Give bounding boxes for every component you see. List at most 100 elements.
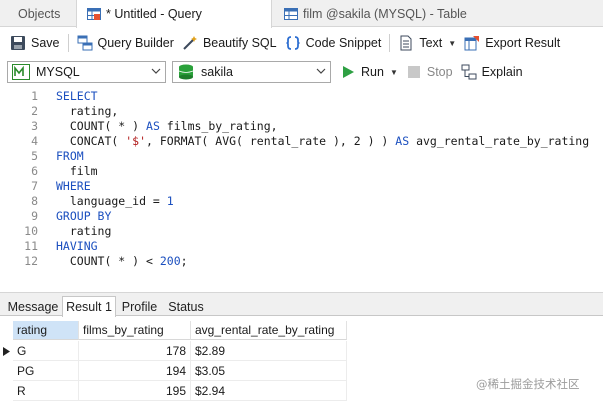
- explain-icon: [461, 64, 477, 80]
- column-header-label: avg_rental_rate_by_rating: [195, 323, 335, 337]
- chevron-down-icon[interactable]: ▼: [390, 68, 398, 77]
- table-cell[interactable]: PG: [13, 361, 79, 381]
- code-line: language_id = 1: [56, 194, 174, 208]
- save-label: Save: [31, 36, 60, 50]
- export-result-label: Export Result: [485, 36, 561, 50]
- play-icon: [343, 66, 354, 78]
- tab-untitled-query-label: * Untitled - Query: [106, 7, 202, 21]
- table-cell[interactable]: $3.05: [191, 361, 347, 381]
- database-icon: [178, 64, 194, 80]
- stop-label: Stop: [426, 65, 453, 79]
- tab-film-table-label: film @sakila (MYSQL) - Table: [303, 6, 467, 21]
- toolbar-divider: [389, 34, 391, 52]
- line-number: 10: [24, 224, 38, 238]
- line-number: 9: [31, 209, 38, 223]
- table-row[interactable]: G 178 $2.89: [0, 341, 603, 361]
- table-cell[interactable]: $2.89: [191, 341, 347, 361]
- query-toolbar: Save Query Builder Beautify SQL Code Sni…: [0, 28, 603, 58]
- column-header-label: films_by_rating: [83, 323, 164, 337]
- query-builder-button[interactable]: Query Builder: [73, 31, 178, 55]
- tab-message-label: Message: [7, 299, 59, 314]
- line-number: 11: [24, 239, 38, 253]
- line-number: 4: [31, 134, 38, 148]
- code-line: CONCAT( '$', FORMAT( AVG( rental_rate ),…: [56, 134, 590, 148]
- connection-toolbar: MYSQL sakila Run ▼ Stop Explain: [0, 58, 603, 86]
- watermark: @稀土掘金技术社区: [476, 376, 580, 392]
- beautify-sql-label: Beautify SQL: [202, 36, 277, 50]
- column-header-avg-rental-rate[interactable]: avg_rental_rate_by_rating: [191, 321, 347, 340]
- table-cell[interactable]: 195: [79, 381, 191, 401]
- run-button[interactable]: Run ▼: [341, 65, 398, 79]
- line-number: 5: [31, 149, 38, 163]
- code-line: rating: [56, 224, 112, 238]
- column-header-label: rating: [17, 323, 48, 337]
- table-cell[interactable]: 178: [79, 341, 191, 361]
- table-cell[interactable]: G: [13, 341, 79, 361]
- database-select[interactable]: sakila: [172, 61, 331, 83]
- explain-label: Explain: [481, 65, 523, 79]
- query-builder-icon: [77, 35, 92, 51]
- tab-result-1-label: Result 1: [66, 300, 112, 314]
- tab-profile-label: Profile: [121, 299, 158, 314]
- chevron-down-icon: [151, 68, 161, 74]
- sql-editor[interactable]: 1 SELECT 2 rating, 3 COUNT( * ) AS films_…: [0, 87, 603, 290]
- chevron-down-icon: [316, 68, 326, 74]
- watermark-text: @稀土掘金技术社区: [476, 377, 580, 391]
- line-number: 6: [31, 164, 38, 178]
- chevron-down-icon: ▼: [448, 38, 457, 48]
- code-line: GROUP BY: [56, 209, 112, 223]
- save-button[interactable]: Save: [6, 31, 64, 55]
- tab-status-label: Status: [168, 299, 204, 314]
- code-snippet-label: Code Snippet: [305, 36, 382, 50]
- beautify-sql-button[interactable]: Beautify SQL: [178, 31, 281, 55]
- code-line: film: [56, 164, 98, 178]
- result-tab-bar: Message Result 1 Profile Status: [0, 292, 603, 318]
- line-number: 2: [31, 104, 38, 118]
- table-cell[interactable]: 194: [79, 361, 191, 381]
- code-snippet-icon: [286, 36, 300, 50]
- mysql-connection-icon: [12, 64, 30, 80]
- line-number: 7: [31, 179, 38, 193]
- query-table-icon: [87, 8, 101, 20]
- query-builder-label: Query Builder: [97, 36, 174, 50]
- text-document-icon: [400, 35, 412, 51]
- stop-icon: [407, 66, 420, 78]
- column-header-rating[interactable]: rating: [13, 321, 79, 340]
- column-header-films-by-rating[interactable]: films_by_rating: [79, 321, 191, 340]
- run-label: Run: [361, 65, 384, 79]
- code-line: HAVING: [56, 239, 98, 253]
- line-number: 3: [31, 119, 38, 133]
- table-cell[interactable]: R: [13, 381, 79, 401]
- text-mode-label: Text: [419, 36, 443, 50]
- export-icon: [464, 36, 480, 51]
- toolbar-divider: [67, 34, 69, 52]
- tab-film-table[interactable]: film @sakila (MYSQL) - Table: [274, 0, 489, 27]
- explain-button[interactable]: Explain: [461, 64, 523, 80]
- code-line: SELECT: [56, 89, 98, 103]
- database-value: sakila: [201, 65, 233, 79]
- save-icon: [11, 36, 25, 50]
- line-number: 1: [31, 89, 38, 103]
- export-result-button[interactable]: Export Result: [460, 31, 564, 55]
- code-line: FROM: [56, 149, 84, 163]
- text-mode-dropdown[interactable]: Text ▼: [394, 31, 460, 55]
- tab-objects[interactable]: Objects: [0, 0, 76, 27]
- table-cell[interactable]: $2.94: [191, 381, 347, 401]
- tab-profile[interactable]: Profile: [117, 296, 162, 317]
- tab-result-1[interactable]: Result 1: [62, 296, 116, 318]
- code-snippet-button[interactable]: Code Snippet: [281, 31, 386, 55]
- code-line: rating,: [56, 104, 119, 118]
- connection-select[interactable]: MYSQL: [7, 61, 166, 83]
- magic-wand-icon: [183, 36, 197, 50]
- code-line: WHERE: [56, 179, 91, 193]
- code-line: COUNT( * ) < 200;: [56, 254, 188, 268]
- line-number: 12: [24, 254, 38, 268]
- code-line: COUNT( * ) AS films_by_rating,: [56, 119, 278, 133]
- stop-button[interactable]: Stop: [407, 65, 453, 79]
- line-number: 8: [31, 194, 38, 208]
- tab-status[interactable]: Status: [164, 296, 208, 317]
- current-row-indicator-icon: [0, 341, 13, 361]
- tab-untitled-query[interactable]: * Untitled - Query: [76, 0, 272, 28]
- document-tab-bar: Objects * Untitled - Query film @sakila …: [0, 0, 603, 28]
- tab-message[interactable]: Message: [4, 296, 62, 317]
